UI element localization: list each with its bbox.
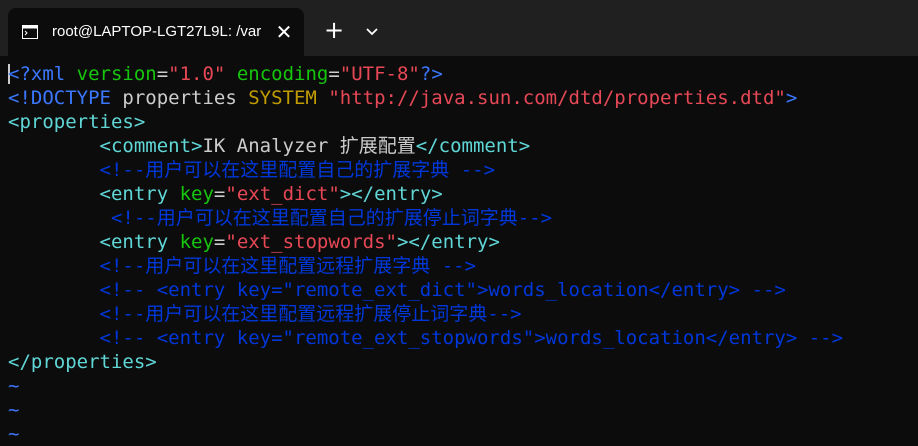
terminal-line: <!--用户可以在这里配置远程扩展停止词字典--> [8,302,522,326]
terminal-line: </properties> [8,350,157,374]
terminal-line: <properties> [8,110,145,134]
code-token: ?> [419,63,443,85]
code-token: </comment> [415,135,531,157]
code-token: <!--用户可以在这里配置自己的扩展停止词字典--> [8,207,553,229]
terminal-line: <!--用户可以在这里配置自己的扩展停止词字典--> [8,206,552,230]
terminal-line: <!-- <entry key="remote_ext_stopwords">w… [8,326,844,350]
code-token: <!DOCTYPE [8,87,123,109]
code-token: "ext_dict" [225,183,340,205]
code-token: ></entry> [396,231,500,253]
plus-icon[interactable]: + [320,18,348,46]
code-token: = [328,63,340,85]
empty-line-tilde: ~ [8,399,20,421]
terminal-line: <entry key="ext_dict"></entry> [8,182,443,206]
code-token: SYSTEM [248,87,329,109]
terminal-tab[interactable]: root@LAPTOP-LGT27L9L: /var ✕ [8,8,304,56]
code-token: <!-- <entry key="remote_ext_stopwords">w… [8,327,844,349]
code-token: = [156,63,169,85]
code-token: "http://java.sun.com/dtd/properties.dtd" [328,87,786,109]
terminal-line: <comment>IK Analyzer 扩展配置</comment> [8,134,531,158]
terminal-line: <entry key="ext_stopwords"></entry> [8,230,500,254]
chevron-down-icon[interactable] [360,18,384,46]
code-token: key [179,231,214,253]
code-token: <!-- <entry key="remote_ext_dict">words_… [8,279,786,301]
code-token: <!--用户可以在这里配置远程扩展停止词字典--> [8,303,522,325]
terminal-line: <!--用户可以在这里配置远程扩展字典 --> [8,254,477,278]
terminal-output[interactable]: <?xml version="1.0" encoding="UTF-8"?> <!… [0,56,918,445]
code-token: = [213,231,226,253]
terminal-icon [22,24,38,39]
code-token: </properties> [8,351,157,373]
tab-title: root@LAPTOP-LGT27L9L: /var [52,23,262,40]
code-token: IK Analyzer 扩展配置 [202,135,416,157]
code-token: <properties> [8,111,146,133]
terminal-line: <!-- <entry key="remote_ext_dict">words_… [8,278,786,302]
code-token: key [179,183,214,205]
code-token: encoding [236,63,329,85]
code-token: > [785,87,798,109]
code-token: = [213,183,226,205]
code-token: <!--用户可以在这里配置自己的扩展字典 --> [8,159,496,181]
code-token: "1.0" [168,63,226,85]
code-token: <entry [99,231,180,253]
title-bar: root@LAPTOP-LGT27L9L: /var ✕ + [0,0,918,56]
empty-line-tilde: ~ [8,423,20,445]
terminal-line: <?xml version="1.0" encoding="UTF-8"?> [8,62,443,86]
terminal-line: <!--用户可以在这里配置自己的扩展字典 --> [8,158,496,182]
code-token: <entry [99,183,180,205]
code-token: <!--用户可以在这里配置远程扩展字典 --> [8,255,477,277]
empty-line-tilde: ~ [8,375,20,397]
code-token: <?xml [8,63,77,85]
code-token: properties [122,87,249,109]
terminal-line: <!DOCTYPE properties SYSTEM "http://java… [8,86,797,110]
code-token: ></entry> [339,183,443,205]
close-icon[interactable]: ✕ [274,22,294,42]
code-token: "ext_stopwords" [225,231,397,253]
code-token: <comment> [99,135,203,157]
code-token: version [76,63,157,85]
code-token: "UTF-8" [339,63,420,85]
